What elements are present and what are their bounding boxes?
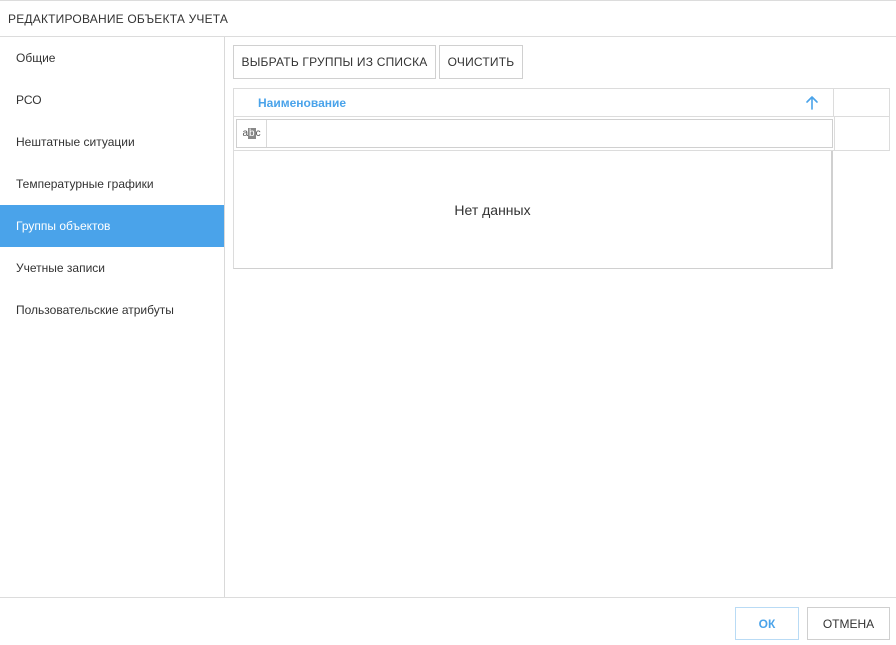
edit-object-dialog: РЕДАКТИРОВАНИЕ ОБЪЕКТА УЧЕТА Общие РСО Н… [0,0,896,645]
grid-header: Наименование [233,88,890,117]
name-filter-input[interactable] [268,120,832,147]
sidebar: Общие РСО Нештатные ситуации Температурн… [0,37,225,598]
sidebar-item-object-groups[interactable]: Группы объектов [0,205,224,247]
sort-ascending-icon [806,96,818,110]
grid-body: Нет данных [233,151,833,269]
groups-grid: Наименование abc Нет данных [233,88,890,269]
sidebar-item-custom-attributes[interactable]: Пользовательские атрибуты [0,289,224,331]
empty-message: Нет данных [454,201,531,218]
sidebar-item-temperature-charts[interactable]: Температурные графики [0,163,224,205]
column-header-name[interactable]: Наименование [234,89,834,116]
select-groups-button[interactable]: ВЫБРАТЬ ГРУППЫ ИЗ СПИСКА [233,45,436,79]
sidebar-item-rso[interactable]: РСО [0,79,224,121]
sidebar-item-emergencies[interactable]: Нештатные ситуации [0,121,224,163]
clear-button[interactable]: ОЧИСТИТЬ [439,45,523,79]
filter-box: abc [236,119,833,148]
filter-row: abc [233,117,890,151]
sidebar-item-general[interactable]: Общие [0,37,224,79]
dialog-title: РЕДАКТИРОВАНИЕ ОБЪЕКТА УЧЕТА [0,0,896,37]
filter-divider [834,117,835,150]
cancel-button[interactable]: ОТМЕНА [807,607,890,640]
sidebar-item-accounts[interactable]: Учетные записи [0,247,224,289]
text-filter-icon[interactable]: abc [237,120,267,147]
dialog-footer: ОК ОТМЕНА [0,597,896,645]
column-header-label: Наименование [258,95,347,110]
ok-button[interactable]: ОК [735,607,799,640]
content-panel: ВЫБРАТЬ ГРУППЫ ИЗ СПИСКА ОЧИСТИТЬ Наимен… [225,37,896,598]
